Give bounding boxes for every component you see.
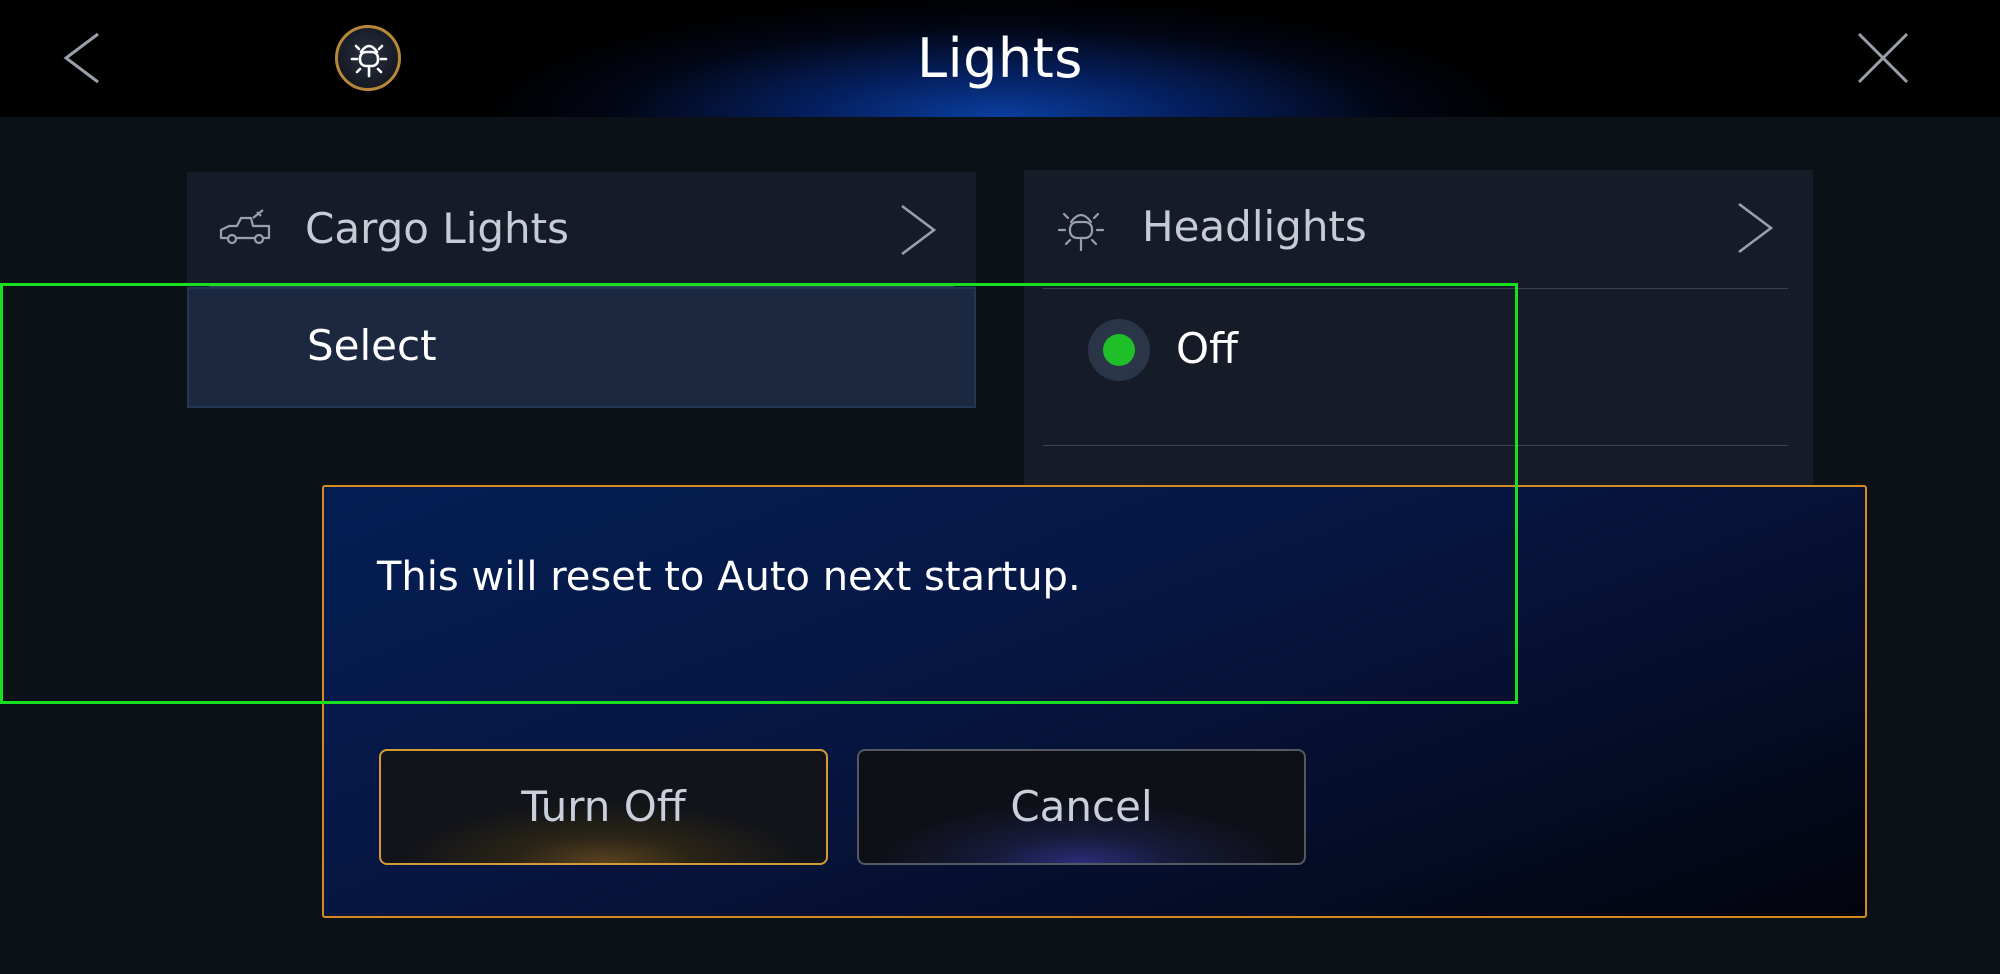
cargo-truck-icon (219, 209, 271, 245)
chevron-right-icon (1738, 202, 1774, 254)
cargo-lights-select[interactable]: Select (187, 287, 976, 408)
cargo-select-label: Select (307, 321, 437, 370)
headlights-label: Headlights (1142, 202, 1367, 251)
confirm-dialog: This will reset to Auto next startup. Tu… (322, 485, 1867, 918)
chevron-right-icon (901, 204, 937, 256)
cancel-button[interactable]: Cancel (857, 749, 1306, 865)
headlights-row[interactable]: Headlights (1024, 170, 1813, 285)
radio-selected-dot (1103, 334, 1135, 366)
headlights-card: Headlights Off (1024, 170, 1813, 500)
close-icon (1857, 32, 1909, 84)
headlights-off-option[interactable]: Off (1024, 290, 1813, 415)
radio-button-selected[interactable] (1088, 319, 1150, 381)
turn-off-button[interactable]: Turn Off (379, 749, 828, 865)
cargo-lights-card: Cargo Lights Select (187, 172, 976, 408)
cargo-lights-row[interactable]: Cargo Lights (187, 172, 976, 287)
top-bar: Lights (0, 0, 2000, 117)
divider (1043, 288, 1788, 289)
cargo-lights-label: Cargo Lights (305, 204, 569, 253)
divider (1043, 445, 1788, 446)
headlight-icon (1057, 212, 1105, 252)
dialog-message: This will reset to Auto next startup. (377, 554, 1081, 600)
page-title: Lights (917, 27, 1083, 90)
close-button[interactable] (1855, 30, 1911, 86)
headlights-off-label: Off (1176, 324, 1238, 373)
